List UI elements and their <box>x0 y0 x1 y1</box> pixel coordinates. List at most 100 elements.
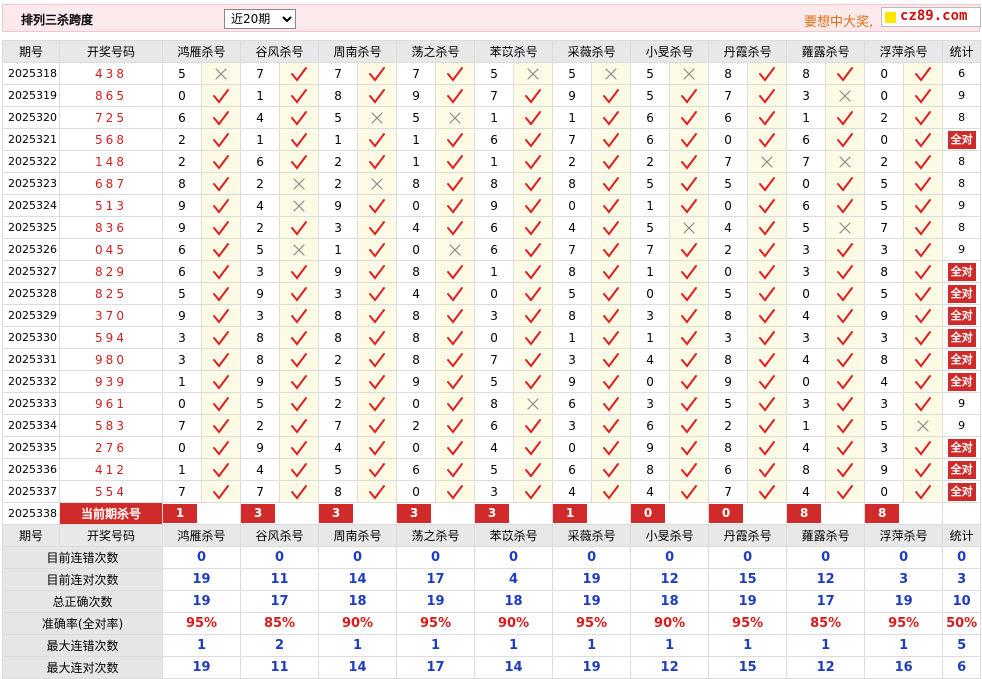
kill-result <box>903 348 944 371</box>
kill-result <box>669 216 710 239</box>
check-icon <box>447 396 464 412</box>
check-icon <box>603 176 620 192</box>
page-title: 排列三杀跨度 <box>21 13 94 27</box>
kill-number: 5 <box>708 282 749 305</box>
check-icon <box>837 396 854 412</box>
column-header[interactable]: 期号 <box>2 524 60 547</box>
column-header[interactable]: 统计 <box>942 524 982 547</box>
kill-result <box>591 260 632 283</box>
summary-value: 0 <box>708 546 788 569</box>
summary-value: 16 <box>864 656 944 679</box>
summary-value: 3 <box>864 568 944 591</box>
summary-value: 1 <box>318 634 398 657</box>
draw-number-cell: 438 <box>59 62 163 85</box>
column-header[interactable]: 丹霞杀号 <box>708 524 788 547</box>
draw-number-cell: 961 <box>59 392 163 415</box>
site-logo[interactable]: cz89.com <box>881 7 981 27</box>
cross-icon <box>215 67 227 80</box>
column-header[interactable]: 蕹露杀号 <box>786 524 866 547</box>
check-icon <box>915 176 932 192</box>
check-icon <box>603 352 620 368</box>
check-icon <box>759 484 776 500</box>
logo-square-icon <box>885 12 896 23</box>
check-icon <box>915 462 932 478</box>
column-header[interactable]: 周南杀号 <box>318 524 398 547</box>
kill-number: 8 <box>318 84 359 107</box>
kill-result <box>903 458 944 481</box>
kill-number: 8 <box>474 172 515 195</box>
column-header[interactable]: 苯苡杀号 <box>474 524 554 547</box>
promo-text[interactable]: 要想中大奖, <box>804 11 873 30</box>
column-header[interactable]: 统计 <box>942 40 982 63</box>
kill-result <box>513 216 554 239</box>
column-header[interactable]: 采薇杀号 <box>552 524 632 547</box>
kill-number: 6 <box>708 106 749 129</box>
stat-cell: 9 <box>942 84 982 107</box>
kill-result <box>825 238 866 261</box>
column-header[interactable]: 丹霞杀号 <box>708 40 788 63</box>
column-header[interactable]: 小旻杀号 <box>630 524 710 547</box>
kill-number: 5 <box>396 106 437 129</box>
kill-result <box>903 392 944 415</box>
kill-number: 1 <box>474 106 515 129</box>
kill-number: 7 <box>240 62 281 85</box>
column-header[interactable]: 谷风杀号 <box>240 524 320 547</box>
check-icon <box>603 88 620 104</box>
kill-result <box>825 458 866 481</box>
kill-result <box>669 150 710 173</box>
kill-result <box>825 348 866 371</box>
table-row: 2025331 980 3 8 2 8 7 3 4 8 4 8 全对 <box>2 348 982 371</box>
current-kill-cell: 0 <box>630 502 710 525</box>
kill-result <box>669 128 710 151</box>
column-header[interactable]: 蕹露杀号 <box>786 40 866 63</box>
header-row-top: 期号 开奖号码 鸿雁杀号 谷风杀号 周南杀号 荡之杀号 苯苡杀号 采薇杀号 小旻杀号 丹霞杀号 蕹露… <box>2 40 982 63</box>
column-header[interactable]: 开奖号码 <box>59 40 163 63</box>
draw-number-cell: 594 <box>59 326 163 349</box>
period-select[interactable]: 近20期 <box>224 9 296 29</box>
column-header[interactable]: 鸿雁杀号 <box>161 524 242 547</box>
check-icon <box>915 132 932 148</box>
check-icon <box>525 308 542 324</box>
summary-value: 15 <box>708 568 788 591</box>
kill-result <box>591 84 632 107</box>
column-header[interactable]: 谷风杀号 <box>240 40 320 63</box>
check-icon <box>681 264 698 280</box>
kill-result <box>903 414 944 437</box>
kill-result <box>747 128 788 151</box>
column-header[interactable]: 期号 <box>2 40 60 63</box>
kill-result <box>435 392 476 415</box>
column-header[interactable]: 浮萍杀号 <box>864 40 944 63</box>
column-header[interactable]: 浮萍杀号 <box>864 524 944 547</box>
column-header[interactable]: 开奖号码 <box>59 524 163 547</box>
kill-number: 6 <box>786 194 827 217</box>
summary-value: 0 <box>942 546 982 569</box>
check-icon <box>291 88 308 104</box>
column-header[interactable]: 采薇杀号 <box>552 40 632 63</box>
check-icon <box>291 66 308 82</box>
period-cell: 2025327 <box>2 260 60 283</box>
check-icon <box>759 308 776 324</box>
kill-number: 2 <box>318 150 359 173</box>
column-header[interactable]: 荡之杀号 <box>396 40 476 63</box>
check-icon <box>759 264 776 280</box>
kill-result <box>669 304 710 327</box>
check-icon <box>681 440 698 456</box>
kill-result <box>825 216 866 239</box>
kill-number: 1 <box>318 128 359 151</box>
check-icon <box>525 154 542 170</box>
column-header[interactable]: 苯苡杀号 <box>474 40 554 63</box>
cross-icon <box>293 199 305 212</box>
column-header[interactable]: 小旻杀号 <box>630 40 710 63</box>
column-header[interactable]: 荡之杀号 <box>396 524 476 547</box>
table-row: 2025330 594 3 8 8 8 0 1 1 3 3 3 全对 <box>2 326 982 349</box>
check-icon <box>603 154 620 170</box>
summary-value: 85% <box>240 612 320 635</box>
check-icon <box>525 484 542 500</box>
column-header[interactable]: 周南杀号 <box>318 40 398 63</box>
kill-number: 4 <box>786 436 827 459</box>
kill-number: 8 <box>162 172 202 195</box>
current-kill-cell: 0 <box>708 502 788 525</box>
column-header[interactable]: 鸿雁杀号 <box>161 40 242 63</box>
kill-result <box>669 392 710 415</box>
all-right-badge: 全对 <box>947 372 976 391</box>
